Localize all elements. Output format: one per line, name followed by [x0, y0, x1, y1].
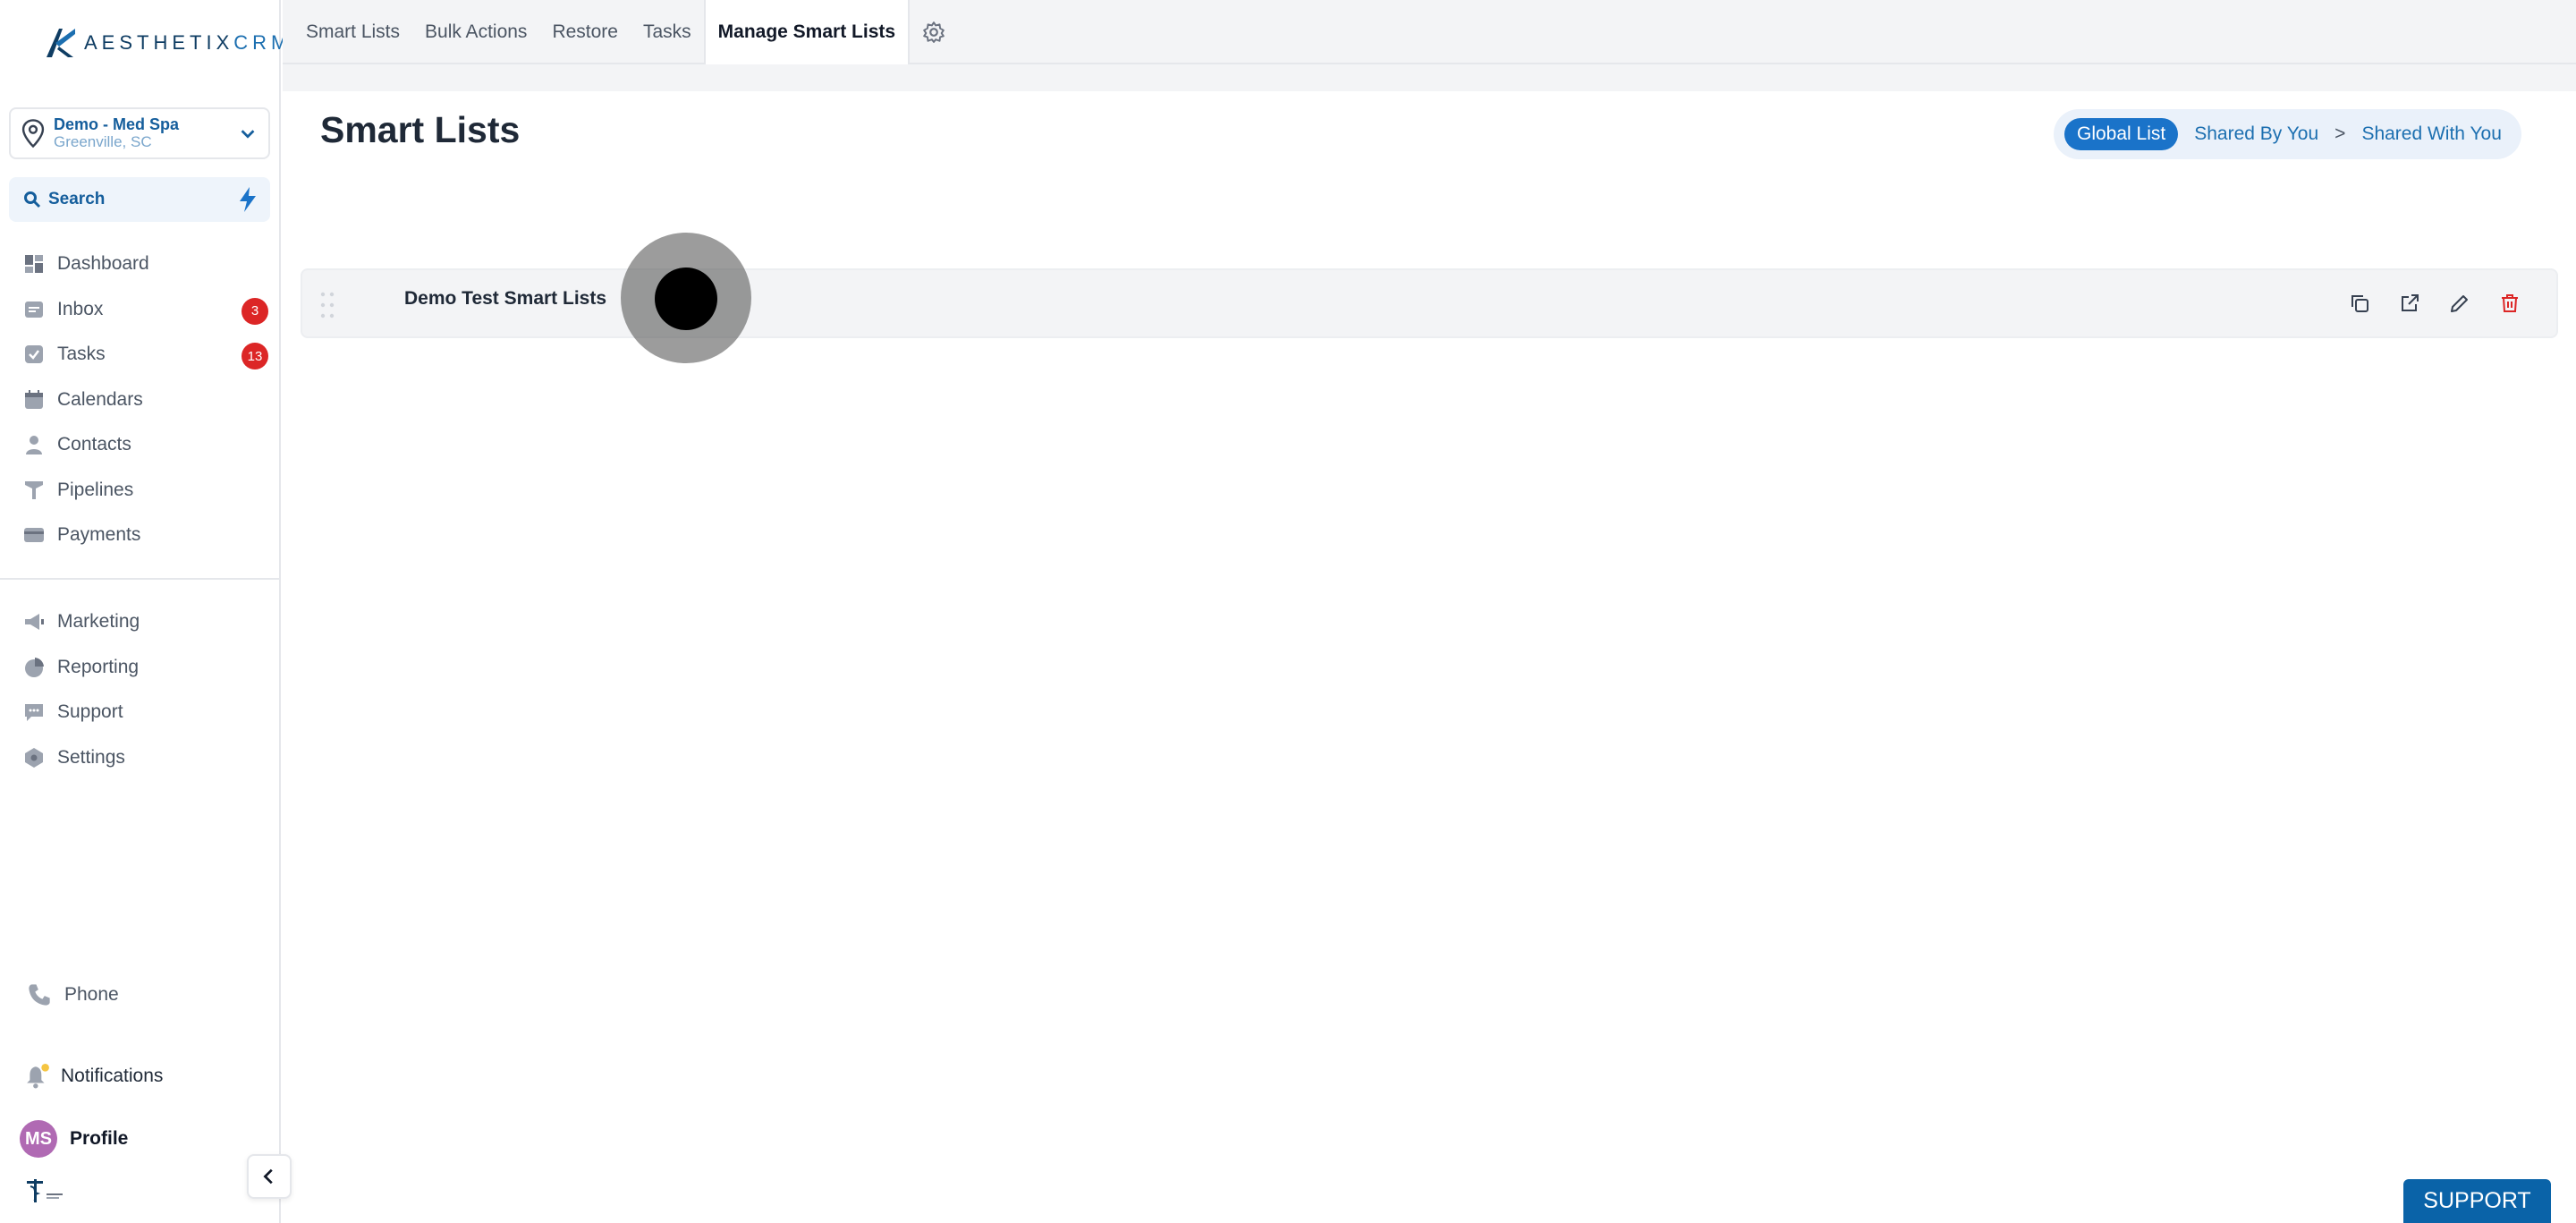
search-label: Search	[48, 190, 106, 208]
megaphone-icon	[25, 614, 44, 631]
edit-button[interactable]	[2447, 288, 2472, 318]
top-tab-bar: Smart Lists Bulk Actions Restore Tasks M…	[283, 0, 2576, 64]
tasks-icon	[25, 345, 43, 364]
tab-restore[interactable]: Restore	[539, 0, 631, 64]
delete-button[interactable]	[2497, 288, 2522, 318]
location-city: Greenville, SC	[54, 133, 152, 150]
search-button[interactable]: Search	[9, 177, 270, 222]
notifications-label: Notifications	[61, 1066, 164, 1086]
search-icon	[24, 191, 41, 208]
bell-icon	[27, 1064, 49, 1089]
segment-shared-by-you[interactable]: Shared By You	[2194, 123, 2318, 145]
inbox-count-badge: 3	[242, 297, 268, 325]
primary-nav: Dashboard Inbox 3 Tasks 13 Calendars Con…	[0, 242, 281, 558]
pipelines-icon	[25, 480, 43, 499]
sidebar-item-marketing[interactable]: Marketing	[0, 599, 281, 645]
sidebar-item-label: Inbox	[57, 298, 104, 319]
phone-icon	[29, 984, 50, 1006]
sidebar-item-inbox[interactable]: Inbox 3	[0, 287, 281, 333]
segment-shared-with-you[interactable]: Shared With You	[2361, 123, 2501, 145]
dashboard-icon	[25, 255, 43, 274]
tab-manage-smart-lists[interactable]: Manage Smart Lists	[703, 0, 911, 64]
payments-icon	[24, 528, 44, 543]
tab-settings[interactable]	[910, 0, 958, 64]
chat-icon	[25, 704, 43, 722]
sidebar-item-settings[interactable]: Settings	[0, 735, 281, 781]
support-button[interactable]: SUPPORT	[2403, 1179, 2551, 1223]
sidebar-item-payments[interactable]: Payments	[0, 513, 281, 558]
phone-label: Phone	[64, 984, 119, 1005]
sub-header-strip	[283, 64, 2576, 91]
sidebar-item-label: Payments	[57, 524, 141, 546]
sidebar-divider	[0, 578, 281, 580]
sidebar-item-tasks[interactable]: Tasks 13	[0, 332, 281, 378]
profile-label: Profile	[70, 1128, 129, 1149]
settings-icon	[25, 747, 43, 768]
sidebar-item-contacts[interactable]: Contacts	[0, 422, 281, 468]
segment-separator: >	[2334, 123, 2346, 144]
pie-chart-icon	[25, 657, 44, 677]
inbox-icon	[25, 301, 43, 318]
copy-button[interactable]	[2347, 288, 2372, 318]
profile-button[interactable]: MS Profile	[20, 1120, 128, 1158]
secondary-nav: Marketing Reporting Support Settings	[0, 599, 281, 780]
sidebar-item-pipelines[interactable]: Pipelines	[0, 468, 281, 514]
page-title: Smart Lists	[320, 109, 521, 150]
external-link-icon	[2402, 294, 2419, 311]
sidebar-item-support[interactable]: Support	[0, 690, 281, 735]
calendar-icon	[25, 389, 43, 409]
list-scope-toggle: Global List Shared By You > Shared With …	[2054, 109, 2521, 159]
phone-button[interactable]: Phone	[27, 982, 119, 1007]
sidebar-item-label: Reporting	[57, 656, 140, 677]
brand-name: AESTHETIXCRM	[84, 31, 292, 54]
contacts-icon	[26, 436, 42, 455]
trash-icon	[2502, 294, 2518, 312]
sidebar-item-label: Settings	[57, 746, 125, 768]
app-root: AESTHETIXCRM Demo - Med Spa Greenville, …	[0, 0, 2576, 1223]
chevron-down-icon	[241, 130, 255, 139]
tab-tasks[interactable]: Tasks	[631, 0, 704, 64]
sidebar-item-label: Pipelines	[57, 479, 134, 500]
smart-list-name[interactable]: Demo Test Smart Lists	[404, 288, 606, 310]
sidebar-item-reporting[interactable]: Reporting	[0, 645, 281, 691]
caduceus-logo-icon	[27, 1179, 63, 1202]
tasks-count-badge: 13	[242, 343, 268, 369]
location-switcher[interactable]: Demo - Med Spa Greenville, SC	[9, 107, 270, 159]
drag-handle-icon[interactable]	[318, 290, 336, 320]
sidebar-item-label: Contacts	[57, 434, 131, 455]
copy-icon	[2351, 295, 2368, 312]
avatar: MS	[20, 1120, 57, 1158]
logo-icon	[47, 29, 75, 57]
sidebar-item-label: Calendars	[57, 388, 143, 410]
sidebar: AESTHETIXCRM Demo - Med Spa Greenville, …	[0, 0, 292, 1223]
tab-bulk-actions[interactable]: Bulk Actions	[412, 0, 539, 64]
location-name: Demo - Med Spa	[54, 115, 180, 133]
sidebar-item-label: Marketing	[57, 611, 140, 633]
sidebar-item-label: Support	[57, 701, 123, 723]
notifications-button[interactable]: Notifications	[25, 1063, 163, 1090]
segment-global-list[interactable]: Global List	[2064, 118, 2179, 150]
chevron-left-icon	[263, 1168, 273, 1185]
collapse-sidebar-button[interactable]	[247, 1154, 292, 1199]
brand-logo[interactable]: AESTHETIXCRM	[43, 25, 292, 61]
sidebar-item-label: Dashboard	[57, 253, 149, 275]
sidebar-item-dashboard[interactable]: Dashboard	[0, 242, 281, 287]
sidebar-item-calendars[interactable]: Calendars	[0, 378, 281, 423]
sidebar-item-label: Tasks	[57, 344, 106, 365]
open-external-button[interactable]	[2397, 288, 2422, 318]
click-indicator-dot	[655, 268, 717, 330]
lightning-icon[interactable]	[236, 186, 259, 213]
tab-smart-lists[interactable]: Smart Lists	[293, 0, 412, 64]
pencil-icon	[2451, 295, 2468, 312]
gear-icon	[923, 21, 945, 43]
map-pin-icon	[21, 119, 45, 149]
row-actions	[2347, 288, 2522, 318]
